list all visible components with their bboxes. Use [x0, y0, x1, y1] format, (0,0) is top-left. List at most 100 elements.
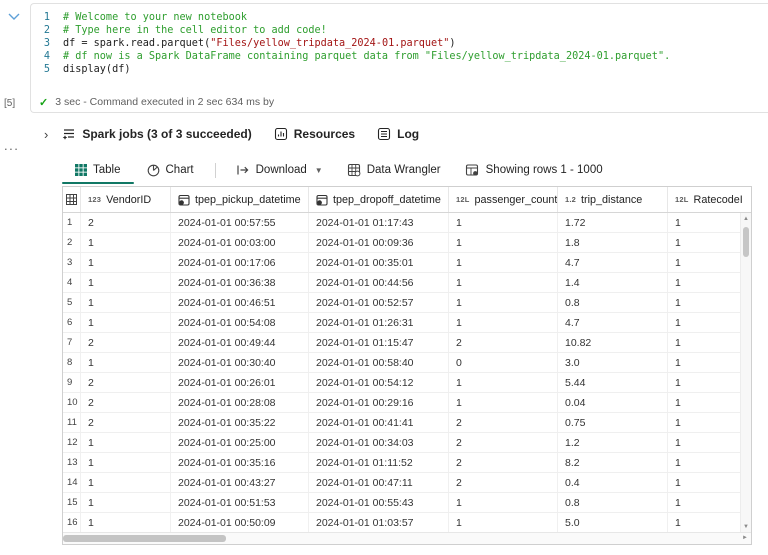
cell: 0	[449, 353, 558, 372]
resources-icon	[274, 127, 287, 141]
download-button[interactable]: Download ▼	[224, 164, 335, 176]
line-number: 5	[43, 64, 50, 75]
tab-table-label: Table	[93, 164, 121, 176]
type-badge: 1.2	[565, 195, 577, 204]
scroll-up-icon[interactable]: ▲	[741, 216, 751, 222]
code-line-content: df = spark.read.parquet("Files/yellow_tr…	[63, 37, 456, 50]
cell-status-text: 3 sec - Command executed in 2 sec 634 ms…	[55, 96, 275, 108]
spark-jobs-icon	[63, 129, 75, 140]
cell: 1	[81, 353, 171, 372]
table-row[interactable]: 3 1 2024-01-01 00:17:06 2024-01-01 00:35:01…	[63, 253, 751, 273]
column-header-trip_distance[interactable]: 1.2 trip_distance	[558, 187, 668, 212]
cell: 1	[449, 213, 558, 232]
table-row[interactable]: 5 1 2024-01-01 00:46:51 2024-01-01 00:52:57…	[63, 293, 751, 313]
cell: 1	[81, 233, 171, 252]
cell: 1	[81, 253, 171, 272]
row-number: 15	[63, 493, 81, 512]
table-row[interactable]: 11 2 2024-01-01 00:35:22 2024-01-01 00:41:4…	[63, 413, 751, 433]
code-editor[interactable]: 1 # Welcome to your new notebook 2 # Type h…	[31, 4, 768, 76]
column-header-passenger_count[interactable]: 12L passenger_count	[449, 187, 558, 212]
table-row[interactable]: 14 1 2024-01-01 00:43:27 2024-01-01 00:47:1…	[63, 473, 751, 493]
table-row[interactable]: 6 1 2024-01-01 00:54:08 2024-01-01 01:26:31…	[63, 313, 751, 333]
output-more-options[interactable]: ...	[4, 138, 19, 153]
column-name: trip_distance	[581, 193, 643, 206]
cell: 2024-01-01 01:03:57	[309, 513, 449, 532]
cell-collapse-chevron-icon[interactable]	[6, 8, 22, 24]
cell: 0.4	[558, 473, 668, 492]
cell: 2024-01-01 00:58:40	[309, 353, 449, 372]
cell: 0.04	[558, 393, 668, 412]
log-toggle[interactable]: Log	[377, 127, 419, 141]
cell: 1	[449, 393, 558, 412]
expand-chevron-icon[interactable]: ›	[44, 128, 48, 141]
table-row[interactable]: 9 2 2024-01-01 00:26:01 2024-01-01 00:54:12…	[63, 373, 751, 393]
download-label: Download	[255, 164, 307, 176]
table-row[interactable]: 15 1 2024-01-01 00:51:53 2024-01-01 00:55:4…	[63, 493, 751, 513]
resources-toggle[interactable]: Resources	[274, 127, 355, 141]
cell: 2024-01-01 00:35:22	[171, 413, 309, 432]
table-row[interactable]: 8 1 2024-01-01 00:30:40 2024-01-01 00:58:40…	[63, 353, 751, 373]
table-row[interactable]: 2 1 2024-01-01 00:03:00 2024-01-01 00:09:36…	[63, 233, 751, 253]
scroll-down-icon[interactable]: ▼	[741, 524, 751, 530]
cell: 2024-01-01 00:47:11	[309, 473, 449, 492]
column-header-tpep_pickup_datetime[interactable]: tpep_pickup_datetime	[171, 187, 309, 212]
results-table: 123 VendorID tpep_pickup_datetime tpep_drop…	[62, 186, 752, 545]
resources-label: Resources	[293, 127, 356, 141]
code-line: 3 df = spark.read.parquet("Files/yellow_t…	[31, 37, 768, 50]
cell: 1	[81, 273, 171, 292]
table-row[interactable]: 13 1 2024-01-01 00:35:16 2024-01-01 01:11:5…	[63, 453, 751, 473]
cell: 2024-01-01 00:17:06	[171, 253, 309, 272]
cell: 2024-01-01 00:46:51	[171, 293, 309, 312]
cell: 2024-01-01 01:11:52	[309, 453, 449, 472]
cell: 1	[449, 273, 558, 292]
cell: 1	[675, 216, 681, 229]
column-header-VendorID[interactable]: 123 VendorID	[81, 187, 171, 212]
cell: 2	[81, 393, 171, 412]
table-row[interactable]: 1 2 2024-01-01 00:57:55 2024-01-01 01:17:43…	[63, 213, 751, 233]
cell: 1	[81, 453, 171, 472]
scroll-right-icon[interactable]: ►	[742, 535, 748, 541]
cell: 2024-01-01 00:54:08	[171, 313, 309, 332]
data-wrangler-button[interactable]: Data Wrangler	[335, 163, 453, 177]
column-header-tpep_dropoff_datetime[interactable]: tpep_dropoff_datetime	[309, 187, 449, 212]
code-line: 1 # Welcome to your new notebook	[31, 11, 768, 24]
code-line-content: display(df)	[63, 63, 130, 76]
horizontal-scroll-thumb[interactable]	[63, 535, 226, 542]
cell: 2024-01-01 00:41:41	[309, 413, 449, 432]
table-row[interactable]: 12 1 2024-01-01 00:25:00 2024-01-01 00:34:0…	[63, 433, 751, 453]
cell: 1	[675, 396, 681, 409]
column-header-RatecodeID[interactable]: 12L RatecodeID	[668, 187, 743, 212]
row-number: 9	[63, 373, 81, 392]
cell: 2024-01-01 00:25:00	[171, 433, 309, 452]
cell: 2024-01-01 00:30:40	[171, 353, 309, 372]
cell: 2024-01-01 00:57:55	[171, 213, 309, 232]
data-wrangler-label: Data Wrangler	[366, 164, 441, 176]
tab-table[interactable]: Table	[62, 156, 134, 184]
vertical-scrollbar[interactable]: ▲ ▼	[740, 213, 751, 533]
table-row[interactable]: 10 2 2024-01-01 00:28:08 2024-01-01 00:29:1…	[63, 393, 751, 413]
vertical-scroll-thumb[interactable]	[743, 227, 749, 257]
code-token-code: )	[449, 38, 456, 49]
horizontal-scrollbar[interactable]: ►	[63, 532, 751, 544]
line-number: 3	[43, 38, 50, 49]
row-number: 11	[63, 413, 81, 432]
cell: 2024-01-01 00:54:12	[309, 373, 449, 392]
code-token-code: df = spark.read.parquet(	[63, 38, 211, 49]
spark-jobs-toggle[interactable]: Spark jobs (3 of 3 succeeded)	[62, 127, 252, 141]
cell: 1.8	[558, 233, 668, 252]
table-row[interactable]: 4 1 2024-01-01 00:36:38 2024-01-01 00:44:56…	[63, 273, 751, 293]
cell: 2024-01-01 01:15:47	[309, 333, 449, 352]
table-row[interactable]: 16 1 2024-01-01 00:50:09 2024-01-01 01:03:5…	[63, 513, 751, 533]
cell: 2024-01-01 00:43:27	[171, 473, 309, 492]
cell: 2024-01-01 00:51:53	[171, 493, 309, 512]
tab-chart[interactable]: Chart	[134, 156, 207, 184]
calendar-clock-icon	[316, 194, 328, 206]
notebook-screen: 1 # Welcome to your new notebook 2 # Type h…	[0, 0, 768, 555]
cell: 2024-01-01 00:34:03	[309, 433, 449, 452]
cell: 1	[81, 473, 171, 492]
cell: 8.2	[558, 453, 668, 472]
table-row[interactable]: 7 2 2024-01-01 00:49:44 2024-01-01 01:15:47…	[63, 333, 751, 353]
download-chevron-icon: ▼	[314, 165, 323, 175]
select-all-corner[interactable]	[63, 187, 81, 212]
table-header-row: 123 VendorID tpep_pickup_datetime tpep_drop…	[63, 187, 751, 213]
